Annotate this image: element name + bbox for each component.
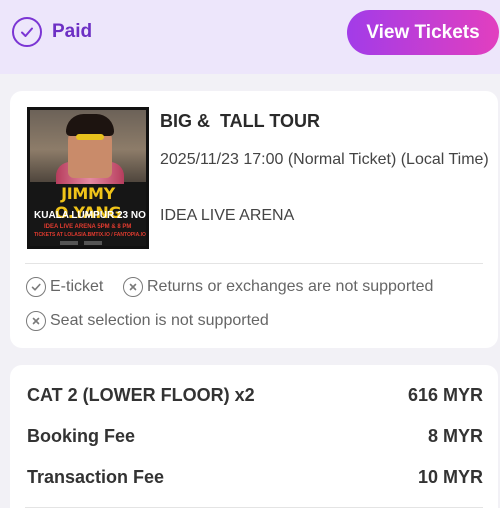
x-circle-icon <box>123 277 143 297</box>
price-value: 10 MYR <box>417 467 483 487</box>
price-breakdown-card: CAT 2 (LOWER FLOOR) x2 616 MYR Booking F… <box>10 365 498 508</box>
event-poster-image: JIMMY O.YANG KUALA LUMPUR 23 NOV IDEA LI… <box>27 107 149 249</box>
feature-label: E-ticket <box>50 278 104 295</box>
poster-sponsor-logos <box>60 241 120 245</box>
price-label: Transaction Fee <box>27 467 165 487</box>
paid-label: Paid <box>52 21 93 42</box>
divider <box>25 263 483 264</box>
ticket-card: JIMMY O.YANG KUALA LUMPUR 23 NOV IDEA LI… <box>10 91 498 348</box>
check-circle-icon <box>26 277 46 297</box>
price-label: CAT 2 (LOWER FLOOR) x2 <box>27 385 255 405</box>
check-circle-icon <box>12 17 42 47</box>
event-datetime: 2025/11/23 17:00 (Normal Ticket) (Local … <box>160 151 489 168</box>
price-label: Booking Fee <box>27 426 136 446</box>
price-value: 616 MYR <box>407 385 483 405</box>
paid-status: Paid <box>12 17 92 47</box>
feature-label: Returns or exchanges are not supported <box>147 278 434 295</box>
price-row-ticket: CAT 2 (LOWER FLOOR) x2 616 MYR <box>27 385 483 406</box>
event-title: BIG & TALL TOUR <box>160 111 320 131</box>
view-tickets-button[interactable]: View Tickets <box>347 10 499 55</box>
poster-city-date: KUALA LUMPUR 23 NOV <box>34 210 149 221</box>
feature-label: Seat selection is not supported <box>50 312 269 329</box>
x-circle-icon <box>26 311 46 331</box>
feature-no-seat-selection: Seat selection is not supported <box>26 311 269 331</box>
price-row-booking-fee: Booking Fee 8 MYR <box>27 426 483 447</box>
feature-eticket: E-ticket <box>26 277 103 297</box>
poster-tickets-line: TICKETS AT LOLASIA.BMTIX.IO / FANTOPIA.I… <box>34 232 146 238</box>
poster-venue-line: IDEA LIVE ARENA 5PM & 8 PM <box>44 224 132 230</box>
price-row-transaction-fee: Transaction Fee 10 MYR <box>27 467 483 488</box>
price-value: 8 MYR <box>427 426 483 446</box>
feature-no-returns: Returns or exchanges are not supported <box>123 277 433 297</box>
payment-status-bar: Paid View Tickets <box>0 0 500 74</box>
event-venue: IDEA LIVE ARENA <box>160 207 295 224</box>
